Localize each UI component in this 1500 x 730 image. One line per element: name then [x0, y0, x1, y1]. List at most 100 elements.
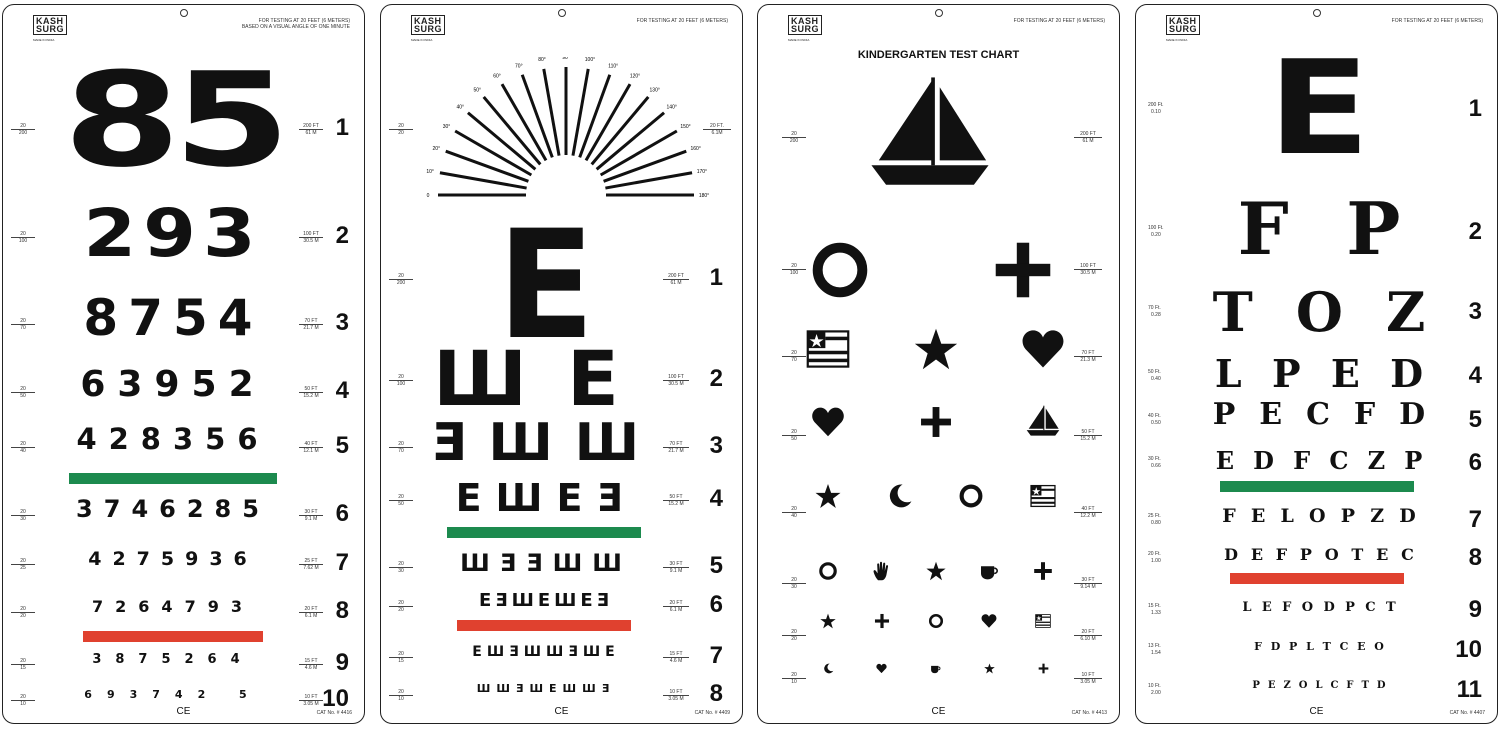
fraction-denominator: 21.3 M [1080, 357, 1096, 363]
row-number: 9 [1468, 596, 1482, 623]
snellen-fraction: 20 70 [782, 350, 806, 363]
fraction-denominator: 30 [791, 584, 797, 590]
hanging-hole [1312, 9, 1321, 17]
hand-icon [872, 561, 892, 586]
row-number: 4 [335, 377, 349, 404]
snellen-fraction: 20 20 [782, 629, 806, 642]
heart-icon [811, 405, 845, 444]
star-icon [914, 327, 958, 376]
flag-icon [1035, 613, 1051, 634]
distance-label: 13 Ft. 1.54 [1148, 643, 1161, 657]
optotype-line: 3875264 [92, 652, 254, 667]
optotype-line: P E Z O L C F T D [1252, 680, 1386, 691]
row-number: 2 [335, 222, 349, 249]
hanging-hole [557, 9, 566, 17]
cup-icon [979, 561, 999, 586]
fraction-denominator: 30.5 M [1080, 270, 1096, 276]
dial-line [482, 95, 542, 166]
optotype-line: 7264793 [92, 597, 254, 616]
fraction-numerator: 20 [782, 350, 806, 357]
fraction-numerator: 20 [782, 577, 806, 584]
decimal-acuity: 0.66 [1151, 463, 1161, 469]
fraction-numerator: 20 [11, 694, 35, 701]
red-bar [1230, 573, 1404, 584]
ce-mark: CE [931, 706, 946, 717]
snellen-fraction: 20 30 [11, 509, 35, 522]
hanging-hole [934, 9, 943, 17]
snellen-fraction: 20 200 [389, 273, 413, 286]
fraction-denominator: 10 [398, 696, 404, 702]
brand-logo: KASH SURG MADE IN INDIA [1166, 15, 1201, 44]
fraction-denominator: 50 [791, 436, 797, 442]
circle-icon [809, 239, 871, 306]
fraction-numerator: 20 [389, 494, 413, 501]
optotype-line: L P E D [1214, 351, 1424, 396]
fraction-numerator: 20 [389, 600, 413, 607]
star-icon [815, 483, 841, 514]
row-number: 4 [1468, 362, 1482, 389]
snellen-fraction: 20 70 [389, 441, 413, 454]
fraction-denominator: 4.6 M [669, 658, 683, 664]
decimal-acuity: 0.50 [1151, 420, 1161, 426]
fraction-denominator: 3.05 M [668, 696, 684, 702]
fraction-denominator: 30.5 M [668, 381, 684, 387]
row-number: 3 [1468, 298, 1482, 325]
fraction-denominator: 25 [20, 565, 26, 571]
fraction-numerator: 40 FT [1074, 506, 1102, 513]
distance-label: 70 FT 21.3 M [1074, 350, 1102, 363]
catalog-number: CAT No. # 4407 [1449, 710, 1485, 716]
snellen-fraction: 20 40 [11, 441, 35, 454]
row-number: 11 [1456, 676, 1482, 703]
row-number: 8 [709, 680, 723, 707]
optotype-line: 428356 [76, 422, 270, 456]
fraction-numerator: 20 [389, 374, 413, 381]
plus-icon [874, 613, 890, 634]
star-icon [925, 561, 946, 586]
star-icon [983, 661, 995, 679]
sailboat-icon [1026, 405, 1060, 444]
dial-angle-label: 130° [650, 87, 660, 93]
optotype-line: P E C F D [1212, 397, 1426, 432]
dial-angle-label: 140° [667, 104, 677, 110]
row-number: 9 [335, 649, 349, 676]
tumbling-e-chart: KASH SURG MADE IN INDIA FOR TESTING AT 20… [380, 4, 743, 724]
circle-icon [928, 613, 944, 634]
decimal-acuity: 0.10 [1151, 109, 1161, 115]
optotype-line: 63952 [80, 364, 266, 405]
fraction-denominator: 61 M [670, 280, 682, 286]
dial-angle-label: 150° [680, 124, 690, 130]
distance-label: 30 Ft. 0.66 [1148, 456, 1161, 470]
fraction-numerator: 50 FT [1074, 429, 1102, 436]
fraction-denominator: 9.14 M [1080, 584, 1096, 590]
dial-line [466, 111, 537, 171]
snellen-fraction: 20 100 [389, 374, 413, 387]
fraction-denominator: 15 [20, 665, 26, 671]
green-bar [447, 527, 641, 538]
astigmatism-dial: 0 10° 20° 30° 40° 50° 60° 70° 80° 90° 100° 110° 120°… [426, 57, 709, 199]
optotype-line: EƎШEШEƎ [479, 590, 613, 611]
sailboat-icon [869, 75, 991, 202]
red-bar [457, 620, 631, 631]
optotype-line: ШШƎШEШШƎ [476, 682, 616, 695]
moon-icon [887, 483, 913, 514]
snellen-fraction: 20 100 [782, 263, 806, 276]
row-number: 5 [709, 552, 723, 579]
fraction-numerator: 20 [782, 629, 806, 636]
flag-icon [806, 327, 850, 376]
snellen-fraction: 20 25 [11, 558, 35, 571]
dial-angle-label: 120° [630, 73, 640, 79]
fraction-denominator: 200 [396, 280, 406, 286]
chart-header: FOR TESTING AT 20 FEET (6 METERS) BASED … [241, 18, 350, 30]
fraction-denominator: 70 [398, 448, 404, 454]
snellen-fraction: 20 200 [782, 131, 806, 144]
fraction-denominator: 50 [398, 501, 404, 507]
row-number: 7 [709, 642, 723, 669]
distance-label: 50 Ft. 0.40 [1148, 369, 1161, 383]
fraction-denominator: 30 [20, 516, 26, 522]
fraction-denominator: 21.7 M [668, 448, 684, 454]
optotype-line: D E F P O T E C [1224, 545, 1414, 564]
fraction-denominator: 50 [20, 393, 26, 399]
distance-feet: 13 Ft. [1148, 643, 1161, 649]
distance-label: 30 FT 9.14 M [1074, 577, 1102, 590]
optotype-line: E [1267, 32, 1371, 184]
